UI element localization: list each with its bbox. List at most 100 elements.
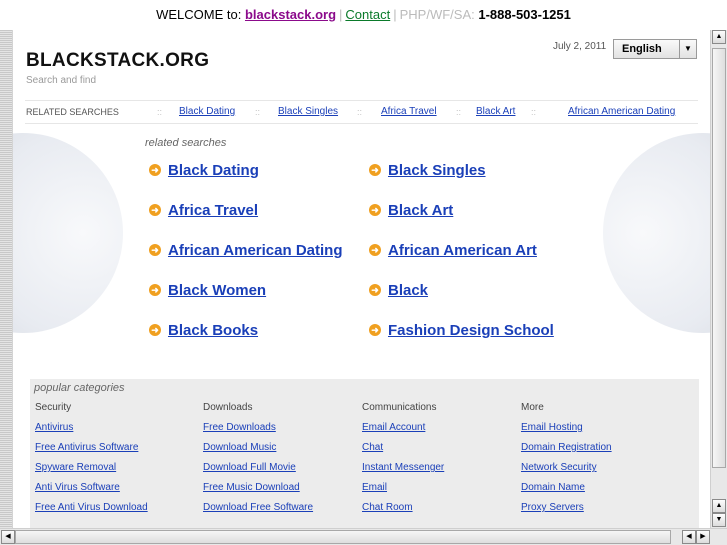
arrow-right-circle-icon: ➜ xyxy=(149,164,161,177)
related-searches-label: RELATED SEARCHES xyxy=(26,107,119,117)
relbar-link[interactable]: Africa Travel xyxy=(381,101,437,123)
category-link[interactable]: Network Security xyxy=(521,461,681,481)
arrow-right-circle-icon: ➜ xyxy=(149,244,161,257)
related-link-item[interactable]: ➜ African American Dating xyxy=(149,241,343,261)
contact-link[interactable]: Contact xyxy=(345,7,390,22)
related-link[interactable]: Black Dating xyxy=(168,162,259,179)
chevron-down-icon[interactable]: ▼ xyxy=(679,40,696,58)
decorative-circle-left xyxy=(13,133,123,333)
related-link-item[interactable]: ➜ Black Singles xyxy=(369,161,486,181)
category-link[interactable]: Free Music Download xyxy=(203,481,363,501)
relbar-link[interactable]: African American Dating xyxy=(568,101,675,123)
related-link-item[interactable]: ➜ Black Books xyxy=(149,321,258,341)
related-link[interactable]: Black Women xyxy=(168,282,266,299)
site-link[interactable]: blackstack.org xyxy=(245,7,336,22)
arrow-left-icon[interactable]: ◀ xyxy=(682,530,696,544)
arrow-right-circle-icon: ➜ xyxy=(369,164,381,177)
arrow-right-circle-icon: ➜ xyxy=(369,244,381,257)
arrow-left-icon[interactable]: ◀ xyxy=(1,530,15,544)
arrow-right-circle-icon: ➜ xyxy=(149,204,161,217)
related-link[interactable]: African American Dating xyxy=(168,242,343,259)
category-link[interactable]: Anti Virus Software xyxy=(35,481,195,501)
related-link-item[interactable]: ➜ Fashion Design School xyxy=(369,321,554,341)
arrow-up-icon[interactable]: ▲ xyxy=(712,499,726,513)
popular-categories: popular categories Security Antivirus Fr… xyxy=(30,379,699,528)
related-link[interactable]: Fashion Design School xyxy=(388,322,554,339)
related-link-item[interactable]: ➜ Africa Travel xyxy=(149,201,258,221)
category-link[interactable]: Email xyxy=(362,481,522,501)
category-link[interactable]: Download Free Software xyxy=(203,501,363,521)
related-link[interactable]: Black Art xyxy=(388,202,453,219)
arrow-up-icon[interactable]: ▲ xyxy=(712,30,726,44)
welcome-text: WELCOME to: xyxy=(156,7,245,22)
related-link-item[interactable]: ➜ Black Women xyxy=(149,281,266,301)
ppc-label: PHP/WF/SA: xyxy=(399,7,475,22)
arrow-right-circle-icon: ➜ xyxy=(149,284,161,297)
left-gutter xyxy=(0,30,12,528)
separator: :: xyxy=(531,107,537,117)
related-link[interactable]: Black Singles xyxy=(388,162,486,179)
language-select[interactable]: English ▼ xyxy=(613,39,697,59)
category-column: Downloads Free Downloads Download Music … xyxy=(203,401,363,521)
category-link[interactable]: Domain Name xyxy=(521,481,681,501)
separator: :: xyxy=(456,107,462,117)
separator: :: xyxy=(255,107,261,117)
separator: | xyxy=(393,7,397,22)
arrow-right-icon[interactable]: ▶ xyxy=(696,530,710,544)
category-link[interactable]: Email Account xyxy=(362,421,522,441)
related-searches-heading: related searches xyxy=(145,137,227,149)
related-link-item[interactable]: ➜ Black Dating xyxy=(149,161,259,181)
separator: :: xyxy=(157,107,163,117)
relbar-link[interactable]: Black Dating xyxy=(179,101,235,123)
relbar-link[interactable]: Black Art xyxy=(476,101,515,123)
category-column: Communications Email Account Chat Instan… xyxy=(362,401,522,521)
date-label: July 2, 2011 xyxy=(553,41,607,52)
category-link[interactable]: Chat xyxy=(362,441,522,461)
category-link[interactable]: Free Antivirus Software xyxy=(35,441,195,461)
page-subtitle: Search and find xyxy=(26,75,97,86)
category-column: More Email Hosting Domain Registration N… xyxy=(521,401,681,521)
related-link[interactable]: Black xyxy=(388,282,428,299)
vertical-scrollbar[interactable]: ▲ ▲ ▼ xyxy=(710,30,727,528)
category-link[interactable]: Chat Room xyxy=(362,501,522,521)
category-link[interactable]: Download Music xyxy=(203,441,363,461)
horizontal-scrollbar[interactable]: ◀ ◀ ▶ xyxy=(0,528,727,545)
category-column: Security Antivirus Free Antivirus Softwa… xyxy=(35,401,195,521)
category-link[interactable]: Email Hosting xyxy=(521,421,681,441)
page-frame: BLACKSTACK.ORG Search and find July 2, 2… xyxy=(12,30,711,528)
related-link[interactable]: African American Art xyxy=(388,242,537,259)
arrow-right-circle-icon: ➜ xyxy=(369,324,381,337)
relbar-link[interactable]: Black Singles xyxy=(278,101,338,123)
popular-categories-heading: popular categories xyxy=(34,382,125,394)
category-link[interactable]: Antivirus xyxy=(35,421,195,441)
separator: :: xyxy=(357,107,363,117)
category-title: Communications xyxy=(362,402,437,413)
vertical-scroll-thumb[interactable] xyxy=(712,48,726,468)
related-link-item[interactable]: ➜ Black Art xyxy=(369,201,453,221)
language-value: English xyxy=(622,43,662,55)
category-title: More xyxy=(521,402,544,413)
decorative-circle-right xyxy=(603,133,711,333)
category-link[interactable]: Spyware Removal xyxy=(35,461,195,481)
category-link[interactable]: Free Anti Virus Download xyxy=(35,501,195,521)
page-title: BLACKSTACK.ORG xyxy=(26,50,210,71)
category-link[interactable]: Free Downloads xyxy=(203,421,363,441)
related-link[interactable]: Black Books xyxy=(168,322,258,339)
category-link[interactable]: Instant Messenger xyxy=(362,461,522,481)
related-link-item[interactable]: ➜ African American Art xyxy=(369,241,537,261)
category-link[interactable]: Download Full Movie xyxy=(203,461,363,481)
separator: | xyxy=(339,7,343,22)
arrow-right-circle-icon: ➜ xyxy=(149,324,161,337)
category-title: Security xyxy=(35,402,72,413)
phone-number: 1-888-503-1251 xyxy=(478,7,571,22)
arrow-right-circle-icon: ➜ xyxy=(369,204,381,217)
related-link[interactable]: Africa Travel xyxy=(168,202,258,219)
arrow-right-circle-icon: ➜ xyxy=(369,284,381,297)
arrow-down-icon[interactable]: ▼ xyxy=(712,513,726,527)
category-link[interactable]: Proxy Servers xyxy=(521,501,681,521)
category-link[interactable]: Domain Registration xyxy=(521,441,681,461)
category-title: Downloads xyxy=(203,402,253,413)
horizontal-scroll-thumb[interactable] xyxy=(15,530,671,544)
top-banner: WELCOME to: blackstack.org | Contact | PHP/W… xyxy=(0,0,727,30)
related-link-item[interactable]: ➜ Black xyxy=(369,281,428,301)
